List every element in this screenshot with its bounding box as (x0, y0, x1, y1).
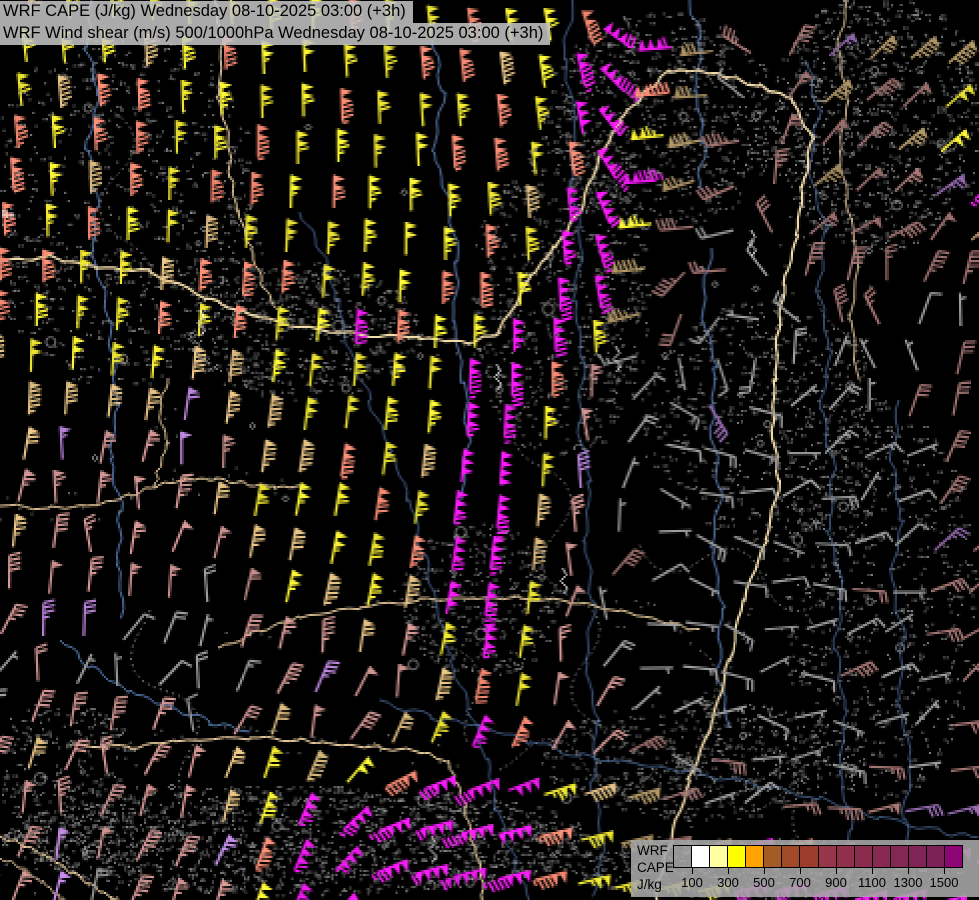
title-line-windshear: WRF Wind shear (m/s) 500/1000hPa Wednesd… (0, 23, 550, 45)
colorbar-swatch (945, 846, 962, 867)
colorbar-swatch (891, 846, 909, 867)
title-line-cape: WRF CAPE (J/kg) Wednesday 08-10-2025 03:… (0, 1, 413, 23)
colorbar-tick-label: 900 (825, 875, 847, 890)
weather-map: WRF CAPE (J/kg) Wednesday 08-10-2025 03:… (0, 0, 979, 900)
legend-label-unit: J/kg (637, 876, 674, 893)
colorbar-swatch (873, 846, 891, 867)
colorbar-tick (872, 868, 873, 874)
colorbar-tick-label: 1500 (930, 875, 959, 890)
weather-map-canvas (0, 0, 979, 900)
colorbar-tick (728, 868, 729, 874)
colorbar-swatch (837, 846, 855, 867)
colorbar-swatch (927, 846, 945, 867)
cape-colorbar-legend: WRF CAPE J/kg 100 300 500 700 900 1100 1300 150… (631, 840, 979, 897)
colorbar-tick-label: 500 (753, 875, 775, 890)
colorbar-swatch (692, 846, 710, 867)
colorbar-swatch (909, 846, 927, 867)
colorbar-swatch (728, 846, 746, 867)
colorbar-swatch (746, 846, 764, 867)
colorbar-tick (944, 868, 945, 874)
legend-label-cape: CAPE (637, 859, 674, 876)
colorbar-swatch (674, 846, 692, 867)
legend-unit-labels: WRF CAPE J/kg (637, 842, 674, 893)
colorbar-swatch (782, 846, 800, 867)
cape-colorbar (673, 845, 963, 868)
colorbar-tick (836, 868, 837, 874)
legend-label-wrf: WRF (637, 842, 674, 859)
colorbar-tick (764, 868, 765, 874)
colorbar-swatch (819, 846, 837, 867)
colorbar-tick (800, 868, 801, 874)
colorbar-tick-label: 700 (789, 875, 811, 890)
colorbar-tick-label: 300 (717, 875, 739, 890)
colorbar-tick-label: 100 (681, 875, 703, 890)
colorbar-swatch (764, 846, 782, 867)
colorbar-tick-label: 1100 (858, 875, 886, 890)
colorbar-tick (908, 868, 909, 874)
colorbar-swatch (855, 846, 873, 867)
colorbar-swatch (800, 846, 818, 867)
colorbar-tick (692, 868, 693, 874)
colorbar-tick-label: 1300 (894, 875, 923, 890)
colorbar-swatch (710, 846, 728, 867)
map-title-overlay: WRF CAPE (J/kg) Wednesday 08-10-2025 03:… (0, 1, 550, 45)
